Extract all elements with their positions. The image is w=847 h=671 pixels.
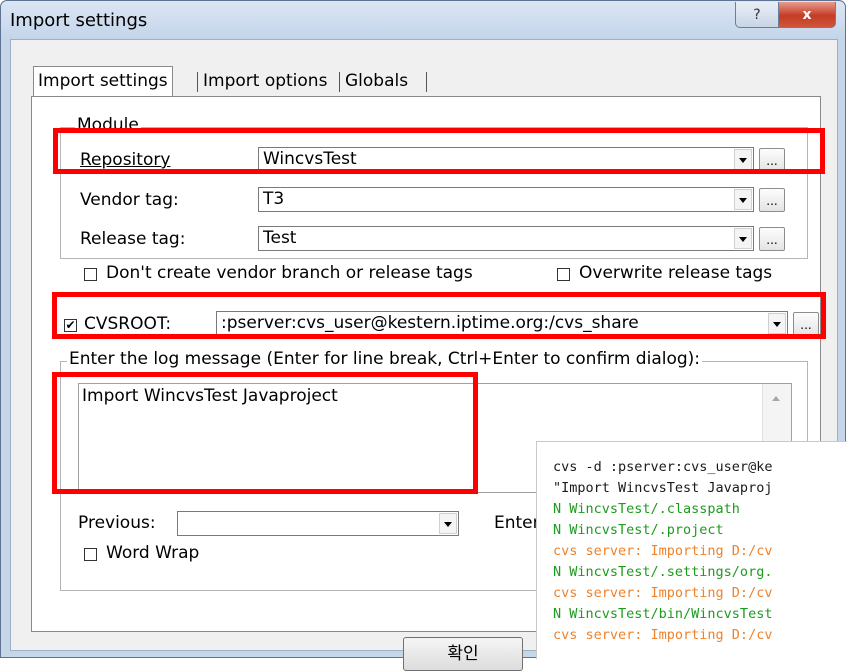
cvsroot-label: CVSROOT: <box>84 314 172 334</box>
cvsroot-checkbox[interactable]: ✔ <box>64 319 77 332</box>
console-line: N WincvsTest/.classpath <box>553 501 740 517</box>
console-line: N WincvsTest/bin/WincvsTest <box>553 606 773 622</box>
log-message-text: Import WincvsTest Javaproject <box>82 386 338 406</box>
tab-separator <box>339 72 340 92</box>
module-legend: Module <box>75 115 141 135</box>
help-icon: ? <box>753 6 761 23</box>
log-message-legend: Enter the log message (Enter for line br… <box>67 349 703 369</box>
overwrite-release-checkbox[interactable] <box>557 268 570 281</box>
ok-button[interactable]: 확인 <box>403 637 523 671</box>
vendor-tag-combo[interactable]: T3 <box>258 187 754 212</box>
vendor-tag-label: Vendor tag: <box>80 190 179 210</box>
tab-separator <box>197 72 198 92</box>
repository-label: Repository <box>80 150 171 170</box>
previous-combo[interactable] <box>177 511 459 536</box>
check-icon: ✔ <box>65 318 76 332</box>
close-icon: x <box>802 6 812 23</box>
repository-value: WincvsTest <box>263 149 357 169</box>
chevron-down-icon[interactable] <box>768 313 786 334</box>
cvs-console-output: cvs -d :pserver:cvs_user@ke "Import Winc… <box>536 441 847 659</box>
chevron-down-icon[interactable] <box>734 189 752 210</box>
console-line: cvs server: Importing D:/cv <box>553 585 773 601</box>
release-tag-value: Test <box>263 228 297 248</box>
window-title: Import settings <box>10 10 148 31</box>
chevron-down-icon[interactable] <box>734 228 752 249</box>
console-line: cvs server: Importing D:/cv <box>553 543 773 559</box>
tab-globals[interactable]: Globals <box>341 68 412 94</box>
repository-browse-button[interactable]: ... <box>759 148 785 172</box>
release-tag-combo[interactable]: Test <box>258 226 754 251</box>
tab-import-settings[interactable]: Import settings <box>33 66 173 96</box>
repository-combo[interactable]: WincvsTest <box>258 147 754 172</box>
vendor-tag-browse-button[interactable]: ... <box>759 188 785 212</box>
title-bar[interactable]: Import settings ? x <box>1 1 845 39</box>
vendor-tag-value: T3 <box>263 189 285 209</box>
enter-label: Enter <box>494 513 540 533</box>
scroll-up-icon[interactable] <box>772 396 780 401</box>
previous-label: Previous: <box>78 513 156 533</box>
cvsroot-value: :pserver:cvs_user@kestern.iptime.org:/cv… <box>221 313 639 333</box>
dont-create-tags-checkbox[interactable] <box>84 268 97 281</box>
chevron-down-icon[interactable] <box>734 149 752 170</box>
console-line: cvs server: Importing D:/cv <box>553 627 773 643</box>
cvsroot-combo[interactable]: :pserver:cvs_user@kestern.iptime.org:/cv… <box>216 311 788 336</box>
console-line: "Import WincvsTest Javaproj <box>553 480 773 496</box>
console-line: cvs -d :pserver:cvs_user@ke <box>553 459 773 475</box>
chevron-down-icon[interactable] <box>439 513 457 534</box>
close-button[interactable]: x <box>778 2 836 28</box>
tab-separator <box>426 72 427 92</box>
release-tag-browse-button[interactable]: ... <box>759 227 785 251</box>
cvsroot-browse-button[interactable]: ... <box>793 312 819 336</box>
console-line: N WincvsTest/.project <box>553 522 724 538</box>
release-tag-label: Release tag: <box>80 229 186 249</box>
word-wrap-label: Word Wrap <box>106 543 200 563</box>
help-button[interactable]: ? <box>735 2 779 28</box>
overwrite-release-label: Overwrite release tags <box>579 263 773 283</box>
word-wrap-checkbox[interactable] <box>84 548 97 561</box>
console-line: N WincvsTest/.settings/org. <box>553 564 773 580</box>
tab-import-options[interactable]: Import options <box>199 68 331 94</box>
dont-create-tags-label: Don't create vendor branch or release ta… <box>106 263 473 283</box>
